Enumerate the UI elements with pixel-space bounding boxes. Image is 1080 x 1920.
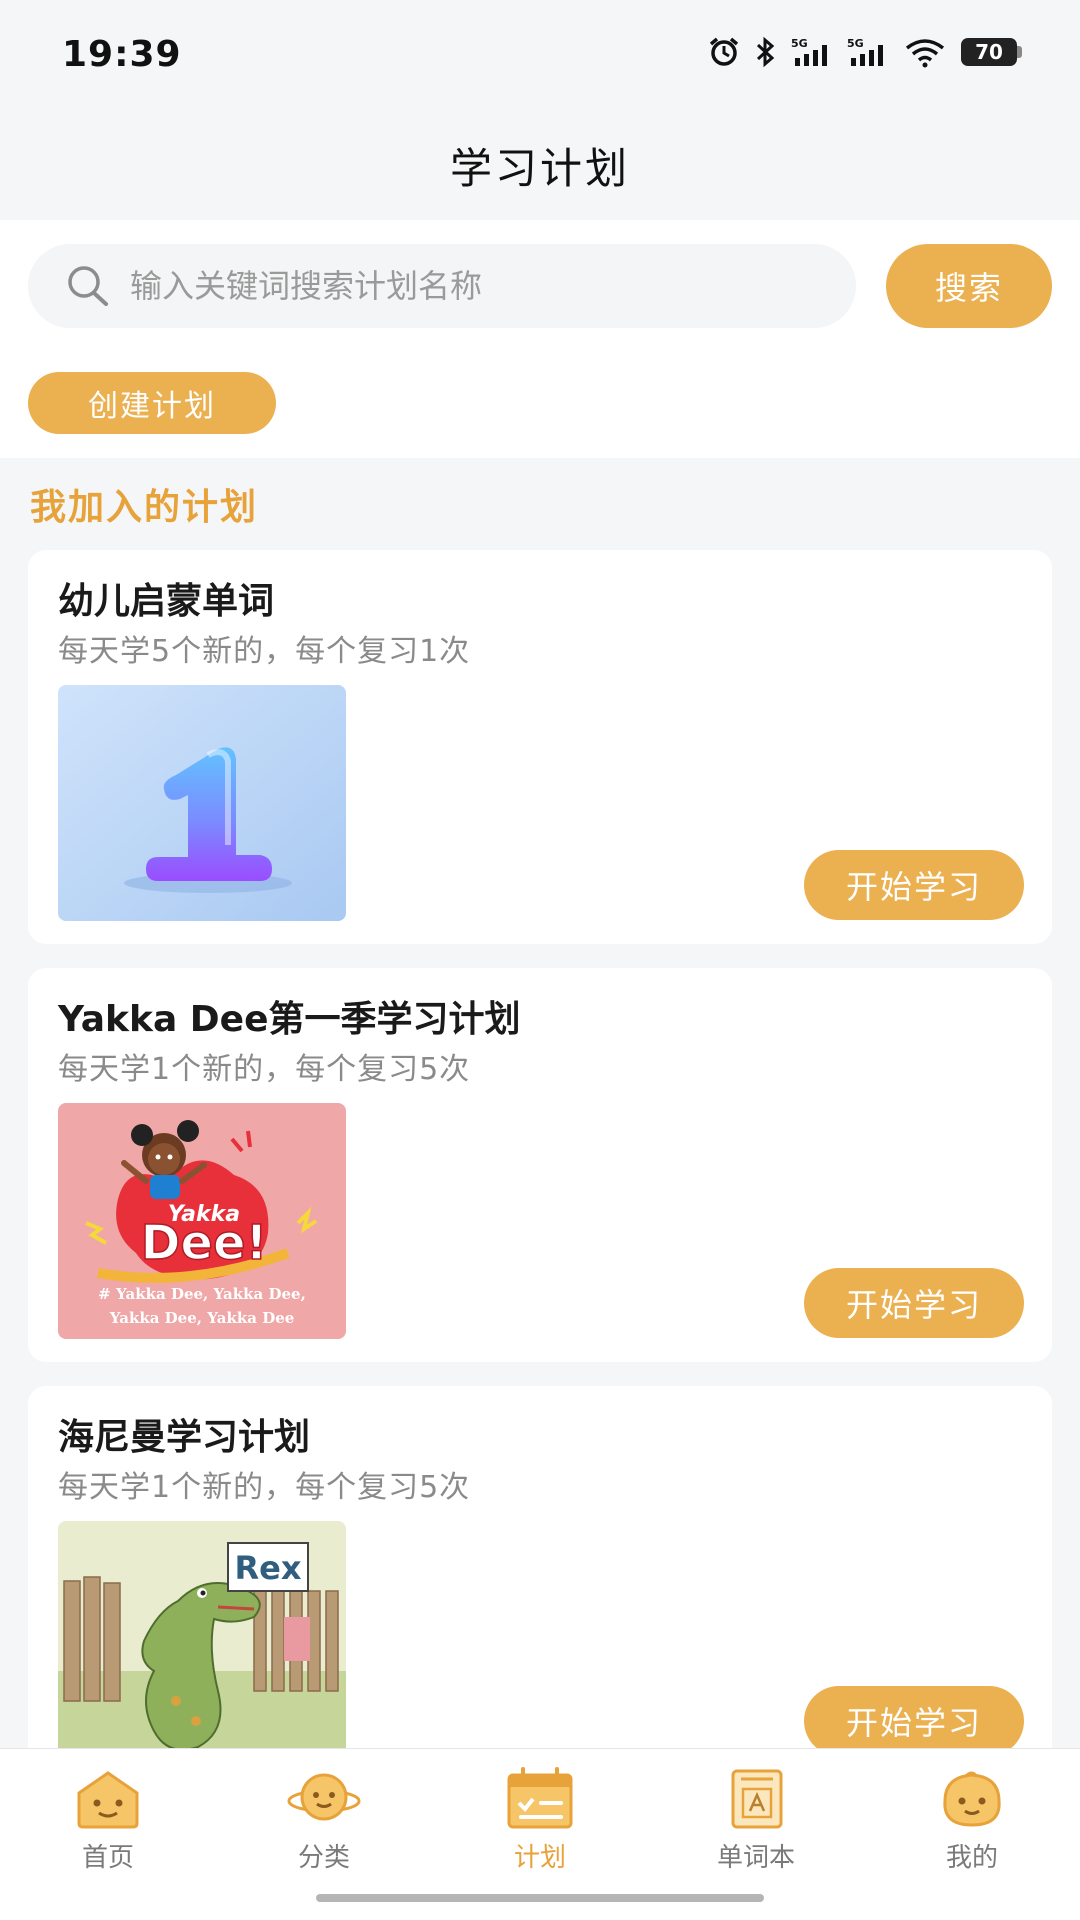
status-icons: 5G 5G 70 (707, 36, 1022, 68)
cover-caption-2: Yakka Dee, Yakka Dee (109, 1309, 295, 1327)
status-time: 19:39 (62, 34, 182, 75)
plan-list: 幼儿启蒙单词 每天学5个新的，每个复习1次 开始学习 Yakka Dee第一季学… (28, 550, 1052, 1804)
plan-title: 幼儿启蒙单词 (58, 581, 275, 622)
tab-label-profile: 我的 (945, 1843, 998, 1873)
signal-5g-icon-1: 5G (791, 37, 827, 66)
plan-title: Yakka Dee第一季学习计划 (58, 999, 521, 1040)
plan-card[interactable]: 幼儿启蒙单词 每天学5个新的，每个复习1次 开始学习 (28, 550, 1052, 944)
home-indicator[interactable] (316, 1894, 764, 1902)
start-learning-button[interactable]: 开始学习 (804, 1268, 1024, 1338)
alarm-icon (709, 37, 739, 66)
bluetooth-icon (756, 36, 775, 68)
signal-label-1: 5G (791, 37, 808, 50)
search-icon (68, 266, 108, 306)
battery-indicator: 70 (961, 38, 1022, 66)
section-title-joined-plans: 我加入的计划 (30, 487, 259, 528)
word-book-icon (717, 1765, 795, 1831)
tab-label-wordbook: 单词本 (716, 1843, 795, 1873)
signal-label-2: 5G (847, 37, 864, 50)
plan-cover-image (58, 685, 346, 921)
battery-level: 70 (961, 38, 1017, 66)
plan-subtitle: 每天学5个新的，每个复习1次 (58, 634, 471, 669)
wifi-icon (905, 39, 945, 68)
create-plan-button[interactable]: 创建计划 (28, 372, 276, 434)
plan-card[interactable]: Yakka Dee第一季学习计划 每天学1个新的，每个复习5次 Yakka De… (28, 968, 1052, 1362)
status-bar: 19:39 5G 5G 70 (0, 0, 1080, 110)
plan-subtitle: 每天学1个新的，每个复习5次 (58, 1052, 471, 1087)
start-learning-button[interactable]: 开始学习 (804, 1686, 1024, 1756)
plan-subtitle: 每天学1个新的，每个复习5次 (58, 1470, 471, 1505)
search-input[interactable] (130, 267, 810, 305)
calendar-list-icon (501, 1765, 579, 1831)
tab-label-home: 首页 (81, 1843, 134, 1873)
plan-card[interactable]: 海尼曼学习计划 每天学1个新的，每个复习5次 Rex 开始学习 (28, 1386, 1052, 1780)
cover-logo-text: Dee! (141, 1215, 268, 1271)
tab-label-plan: 计划 (513, 1843, 566, 1873)
search-panel: 搜索 创建计划 (0, 220, 1080, 458)
start-learning-button[interactable]: 开始学习 (804, 850, 1024, 920)
home-face-icon (69, 1765, 147, 1831)
page-title: 学习计划 (449, 143, 630, 193)
tab-profile[interactable]: 我的 (864, 1749, 1080, 1920)
tab-label-category: 分类 (297, 1843, 350, 1873)
planet-face-icon (285, 1765, 363, 1831)
battery-tip (1017, 46, 1022, 58)
nav-bar: 学习计划 (0, 110, 1080, 220)
plan-cover-image: Yakka Dee! # Yakka Dee, Yakka Dee, Yakka… (58, 1103, 346, 1339)
plan-title: 海尼曼学习计划 (58, 1417, 311, 1458)
baby-face-icon (933, 1765, 1011, 1831)
signal-5g-icon-2: 5G (847, 37, 883, 66)
search-button[interactable]: 搜索 (886, 244, 1052, 328)
cover-caption-1: # Yakka Dee, Yakka Dee, (98, 1285, 306, 1303)
tab-home[interactable]: 首页 (0, 1749, 216, 1920)
plan-cover-image: Rex (58, 1521, 346, 1757)
cover-sign-text: Rex (235, 1549, 302, 1587)
search-box[interactable] (28, 244, 856, 328)
